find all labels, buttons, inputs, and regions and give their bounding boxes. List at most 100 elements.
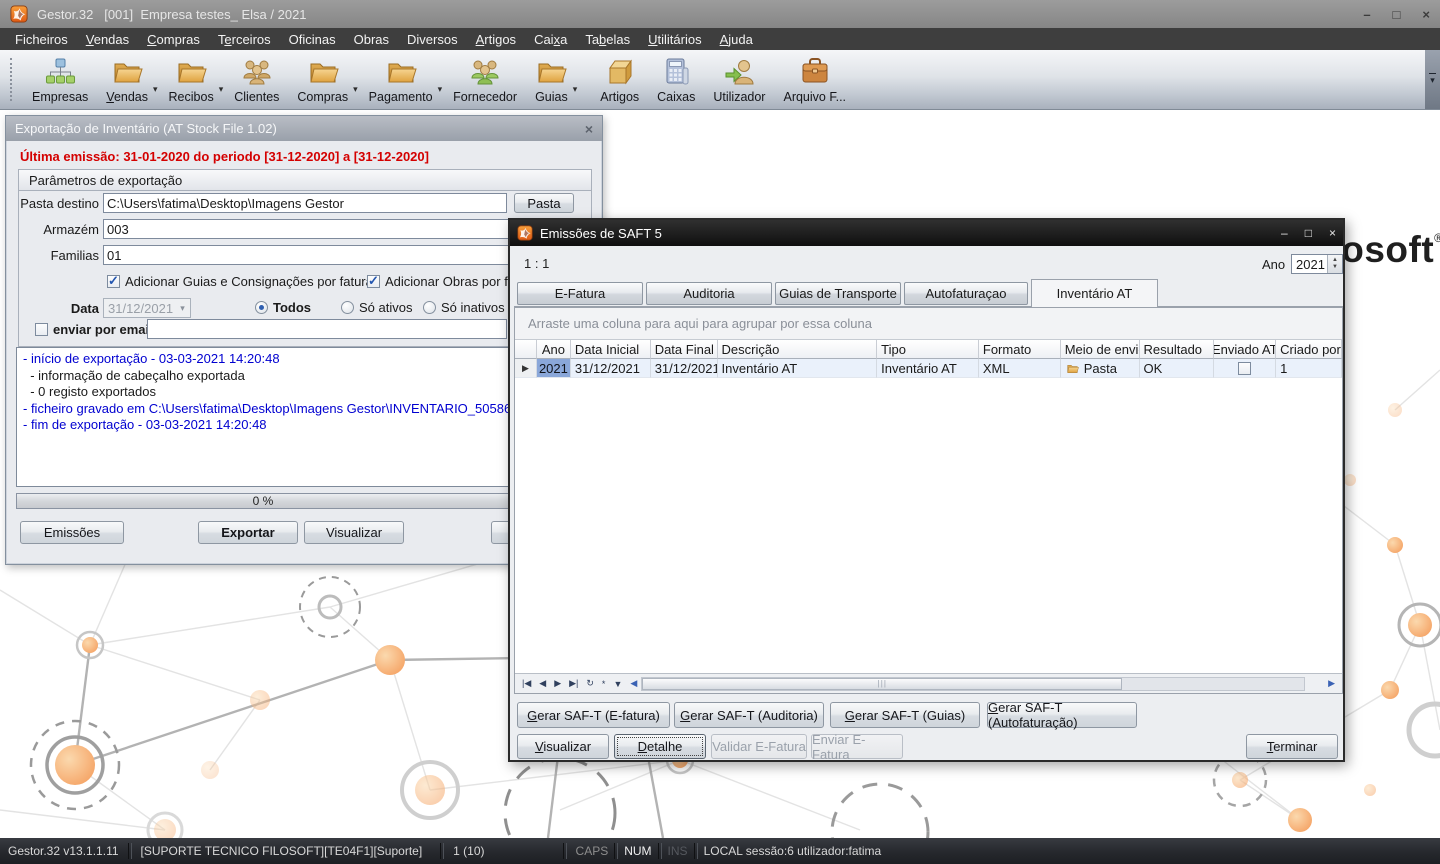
grid-header-meio-de-envio[interactable]: Meio de envio — [1061, 340, 1140, 359]
menu-caixa[interactable]: Caixa — [525, 32, 576, 47]
detalhe-button[interactable]: Detalhe — [614, 734, 706, 759]
gerar-saft-auditoria-button[interactable]: Gerar SAF-T (Auditoria) — [674, 702, 824, 728]
adicionar-guias-checkbox[interactable]: Adicionar Guias e Consignações por fatur… — [107, 274, 377, 289]
horizontal-scrollbar[interactable]: ||| — [641, 677, 1305, 691]
pasta-destino-input[interactable] — [103, 193, 507, 213]
menu-compras[interactable]: Compras — [138, 32, 209, 47]
gerar-saft-guias-button[interactable]: Gerar SAF-T (Guias) — [830, 702, 980, 728]
export-dialog-close-button[interactable]: × — [585, 121, 593, 137]
grid-cell-ano[interactable]: 2021 — [537, 359, 571, 378]
menu-oficinas[interactable]: Oficinas — [280, 32, 345, 47]
scrollbar-thumb[interactable]: ||| — [642, 678, 1122, 690]
saft-dialog-titlebar[interactable]: Emissões de SAFT 5 – □ × — [510, 220, 1343, 246]
grid-header-tipo[interactable]: Tipo — [877, 340, 979, 359]
tab-inventario-at[interactable]: Inventário AT — [1031, 279, 1158, 307]
toolbar-button-utilizador[interactable]: Utilizador — [704, 50, 774, 109]
toolbar-button-recibos[interactable]: Recibos — [160, 50, 223, 109]
nav-filter-icon[interactable]: ▼ — [609, 679, 626, 689]
grid-cell-descricao[interactable]: Inventário AT — [718, 359, 878, 378]
grid-header-enviado-at[interactable]: Enviado AT — [1214, 340, 1276, 359]
nav-next-icon[interactable]: ▶ — [550, 678, 565, 689]
spinner-arrows-icon[interactable]: ▲▼ — [1327, 255, 1342, 273]
toolbar-button-arquivo[interactable]: Arquivo F... — [774, 50, 855, 109]
checkbox-icon[interactable] — [1238, 362, 1251, 375]
checkbox-icon[interactable] — [35, 323, 48, 336]
menu-ajuda[interactable]: Ajuda — [711, 32, 762, 47]
tab-guias-de-transporte[interactable]: Guias de Transporte — [775, 282, 901, 305]
radio-so-inativos[interactable]: Só inativos — [423, 300, 505, 315]
toolbar-grip[interactable] — [10, 58, 17, 101]
ano-spinner[interactable]: 2021 ▲▼ — [1291, 254, 1343, 274]
menu-terceiros[interactable]: Terceiros — [209, 32, 280, 47]
scroll-right-icon[interactable]: ▶ — [1324, 678, 1339, 689]
toolbar-button-pagamento[interactable]: Pagamento — [360, 50, 442, 109]
toolbar-button-caixas[interactable]: Caixas — [648, 50, 704, 109]
nav-bookmark-icon[interactable]: * — [598, 679, 610, 689]
grid-cell-data-inicial[interactable]: 31/12/2021 — [571, 359, 651, 378]
grid-header-descricao[interactable]: Descrição — [718, 340, 878, 359]
toolbar-button-compras[interactable]: Compras — [288, 50, 357, 109]
grid-cell-meio-de-envio[interactable]: Pasta — [1061, 359, 1140, 378]
grid-cell-criado-por[interactable]: 1 — [1276, 359, 1342, 378]
grid-cell-enviado-at[interactable] — [1214, 359, 1276, 378]
grid-data-row[interactable]: ▶ 2021 31/12/2021 31/12/2021 Inventário … — [515, 359, 1342, 378]
radio-todos[interactable]: Todos — [255, 300, 311, 315]
window-close-button[interactable]: × — [1422, 7, 1430, 22]
enviar-email-checkbox[interactable]: enviar por email — [35, 322, 153, 337]
saft-close-button[interactable]: × — [1329, 226, 1336, 240]
saft-minimize-button[interactable]: – — [1281, 226, 1288, 240]
window-minimize-button[interactable]: – — [1363, 7, 1370, 22]
grid-header-resultado[interactable]: Resultado — [1140, 340, 1215, 359]
radio-so-ativos[interactable]: Só ativos — [341, 300, 412, 315]
visualizar-button[interactable]: Visualizar — [304, 521, 404, 544]
grid-header-criado-por[interactable]: Criado por — [1276, 340, 1342, 359]
menu-artigos[interactable]: Artigos — [467, 32, 525, 47]
checkbox-checked-icon[interactable] — [367, 275, 380, 288]
gerar-saft-autofaturacao-button[interactable]: Gerar SAF-T (Autofaturação) — [987, 702, 1137, 728]
toolbar-button-guias[interactable]: Guias — [526, 50, 577, 109]
menu-obras[interactable]: Obras — [345, 32, 398, 47]
toolbar-button-clientes[interactable]: Clientes — [225, 50, 288, 109]
nav-first-icon[interactable]: |◀ — [518, 678, 535, 689]
toolbar-button-vendas[interactable]: Vendas — [97, 50, 157, 109]
toolbar-overflow-button[interactable]: ▾ — [1425, 50, 1440, 109]
radio-icon[interactable] — [341, 301, 354, 314]
radio-icon[interactable] — [423, 301, 436, 314]
nav-prior-icon[interactable]: ◀ — [535, 678, 550, 689]
checkbox-checked-icon[interactable] — [107, 275, 120, 288]
radio-selected-icon[interactable] — [255, 301, 268, 314]
group-by-hint[interactable]: Arraste uma coluna para aqui para agrupa… — [515, 308, 1342, 340]
grid-header-ano[interactable]: Ano — [537, 340, 571, 359]
grid-cell-resultado[interactable]: OK — [1140, 359, 1215, 378]
pasta-button[interactable]: Pasta — [514, 193, 574, 213]
grid-cell-formato[interactable]: XML — [979, 359, 1061, 378]
toolbar-button-artigos[interactable]: Artigos — [591, 50, 648, 109]
emissoes-button[interactable]: Emissões — [20, 521, 124, 544]
toolbar-button-empresas[interactable]: Empresas — [23, 50, 97, 109]
gerar-saft-efatura-button[interactable]: Gerar SAF-T (E-fatura) — [517, 702, 670, 728]
export-dialog-titlebar[interactable]: Exportação de Inventário (AT Stock File … — [6, 116, 602, 141]
grid-header-data-inicial[interactable]: Data Inicial — [571, 340, 651, 359]
menu-ficheiros[interactable]: Ficheiros — [6, 32, 77, 47]
exportar-button[interactable]: Exportar — [198, 521, 298, 544]
tab-auditoria[interactable]: Auditoria — [646, 282, 772, 305]
toolbar-button-fornecedor[interactable]: Fornecedor — [444, 50, 526, 109]
grid-header-formato[interactable]: Formato — [979, 340, 1061, 359]
email-input[interactable] — [147, 319, 507, 339]
saft-restore-button[interactable]: □ — [1305, 226, 1312, 240]
grid-header-data-final[interactable]: Data Final — [651, 340, 718, 359]
grid-cell-tipo[interactable]: Inventário AT — [877, 359, 979, 378]
nav-refresh-icon[interactable]: ↻ — [582, 678, 598, 689]
menu-utilitarios[interactable]: Utilitários — [639, 32, 710, 47]
window-restore-button[interactable]: □ — [1393, 7, 1401, 22]
saft-visualizar-button[interactable]: Visualizar — [517, 734, 609, 759]
menu-vendas[interactable]: Vendas — [77, 32, 138, 47]
menu-diversos[interactable]: Diversos — [398, 32, 467, 47]
nav-last-icon[interactable]: ▶| — [565, 678, 582, 689]
menu-tabelas[interactable]: Tabelas — [576, 32, 639, 47]
tab-e-fatura[interactable]: E-Fatura — [517, 282, 643, 305]
grid-cell-data-final[interactable]: 31/12/2021 — [651, 359, 718, 378]
scroll-left-icon[interactable]: ◀ — [626, 678, 641, 689]
terminar-button[interactable]: Terminar — [1246, 734, 1338, 759]
tab-autofaturacao[interactable]: Autofaturaçao — [904, 282, 1028, 305]
